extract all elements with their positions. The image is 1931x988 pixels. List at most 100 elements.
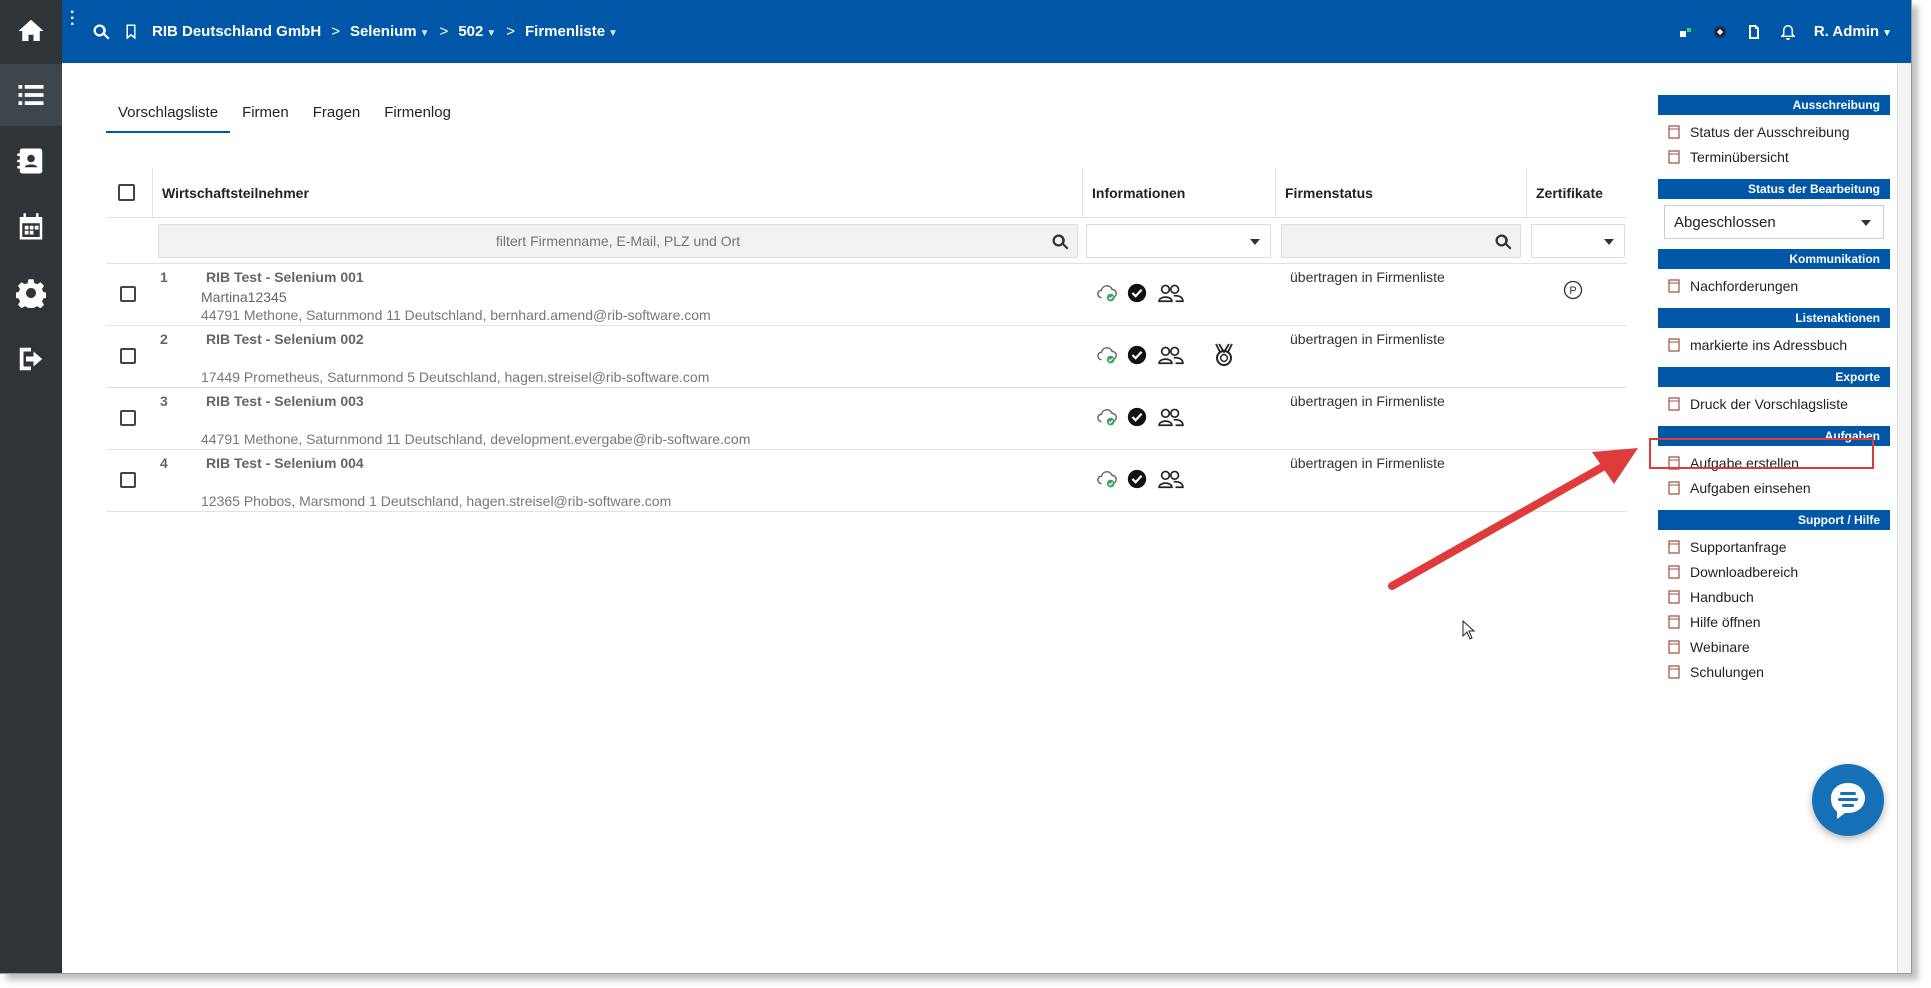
action-hilfe-oeffnen[interactable]: Hilfe öffnen [1658, 609, 1890, 634]
select-all-checkbox[interactable] [118, 184, 135, 201]
bookmark-icon[interactable] [122, 23, 140, 41]
top-bar: · · · RIB Deutschland GmbH > Selenium ▼ > 5… [62, 0, 1911, 63]
action-nachforderungen[interactable]: Nachforderungen [1658, 273, 1890, 298]
row-number: 4 [160, 455, 168, 471]
nav-settings[interactable] [0, 262, 62, 324]
info-icons [1096, 468, 1186, 490]
col-status-header[interactable]: Firmenstatus [1275, 168, 1526, 218]
action-aufgaben-einsehen[interactable]: Aufgaben einsehen [1658, 475, 1890, 500]
page-icon [1668, 564, 1680, 579]
nav-logout[interactable] [0, 328, 62, 390]
cloud-check-icon [1096, 406, 1118, 428]
svg-text:P: P [1569, 285, 1576, 297]
action-handbuch[interactable]: Handbuch [1658, 584, 1890, 609]
tab-vorschlagsliste[interactable]: Vorschlagsliste [106, 98, 231, 133]
vertical-scrollbar[interactable] [1897, 63, 1911, 973]
company-name[interactable]: RIB Test - Selenium 002 [206, 331, 364, 347]
company-contact: Martina12345 [201, 289, 287, 305]
nav-calendar[interactable] [0, 196, 62, 258]
action-status-ausschreibung[interactable]: Status der Ausschreibung [1658, 119, 1890, 144]
company-filter-input[interactable] [159, 225, 1077, 257]
status-icon[interactable] [1678, 24, 1694, 40]
contacts-icon [17, 148, 43, 174]
company-name[interactable]: RIB Test - Selenium 004 [206, 455, 364, 471]
status-filter[interactable] [1281, 224, 1521, 258]
section-bearbeitung: Status der Bearbeitung [1658, 179, 1890, 199]
chat-button[interactable] [1812, 764, 1884, 836]
company-name[interactable]: RIB Test - Selenium 001 [206, 269, 364, 285]
action-webinare[interactable]: Webinare [1658, 634, 1890, 659]
col-company-header[interactable]: Wirtschaftsteilnehmer [152, 168, 1082, 218]
user-menu[interactable]: R. Admin ▼ [1814, 23, 1892, 40]
users-icon[interactable] [1156, 468, 1186, 490]
tab-firmen[interactable]: Firmen [230, 98, 301, 133]
table-row[interactable]: 1 RIB Test - Selenium 001 Martina12345 4… [106, 264, 1627, 326]
page-icon [1668, 589, 1680, 604]
company-status: übertragen in Firmenliste [1290, 393, 1445, 409]
action-downloadbereich[interactable]: Downloadbereich [1658, 559, 1890, 584]
action-druck-vorschlagsliste[interactable]: Druck der Vorschlagsliste [1658, 391, 1890, 416]
bell-icon[interactable] [1780, 24, 1796, 40]
crumb-separator: > [331, 23, 340, 40]
col-info-header[interactable]: Informationen [1082, 168, 1275, 218]
page-icon [1668, 124, 1680, 139]
crumb-project[interactable]: Selenium ▼ [350, 23, 430, 40]
certs-filter-select[interactable] [1531, 224, 1625, 258]
search-icon[interactable] [92, 23, 110, 41]
caret-down-icon: ▼ [1882, 28, 1892, 39]
tab-bar: Vorschlagsliste Firmen Fragen Firmenlog [106, 98, 463, 133]
action-label: Handbuch [1690, 588, 1754, 605]
cloud-check-icon [1096, 468, 1118, 490]
action-label: Terminübersicht [1690, 148, 1789, 165]
more-vert-icon[interactable]: · · · [70, 5, 75, 33]
page-icon [1668, 614, 1680, 629]
users-icon[interactable] [1156, 282, 1186, 304]
users-icon[interactable] [1156, 344, 1186, 366]
nav-home[interactable] [0, 0, 62, 62]
company-filter[interactable] [158, 224, 1078, 258]
rib-logo-icon[interactable] [1712, 24, 1728, 40]
check-circle-icon [1126, 282, 1148, 304]
action-label: Webinare [1690, 638, 1750, 655]
crumb-page[interactable]: Firmenliste ▼ [525, 23, 618, 40]
page-icon [1668, 149, 1680, 164]
users-icon[interactable] [1156, 406, 1186, 428]
crumb-company[interactable]: RIB Deutschland GmbH [152, 23, 321, 40]
row-number: 1 [160, 269, 168, 285]
action-label: Status der Ausschreibung [1690, 123, 1850, 140]
action-label: Aufgaben einsehen [1690, 479, 1811, 496]
crumb-separator: > [439, 23, 449, 40]
nav-contacts[interactable] [0, 130, 62, 192]
info-filter-select[interactable] [1086, 224, 1271, 258]
row-number: 2 [160, 331, 168, 347]
caret-down-icon [1861, 220, 1871, 226]
row-checkbox[interactable] [120, 286, 136, 302]
action-schulungen[interactable]: Schulungen [1658, 659, 1890, 684]
action-supportanfrage[interactable]: Supportanfrage [1658, 534, 1890, 559]
annotation-highlight-box [1649, 438, 1874, 469]
page-icon [1668, 639, 1680, 654]
table-row[interactable]: 2 RIB Test - Selenium 002 17449 Promethe… [106, 326, 1627, 388]
row-checkbox[interactable] [120, 472, 136, 488]
caret-down-icon [1250, 239, 1260, 245]
nav-list[interactable] [0, 64, 62, 126]
chat-icon [1831, 783, 1865, 819]
logout-icon [19, 347, 43, 371]
company-name[interactable]: RIB Test - Selenium 003 [206, 393, 364, 409]
action-terminuebersicht[interactable]: Terminübersicht [1658, 144, 1890, 169]
page-icon [1668, 278, 1680, 293]
document-icon[interactable] [1746, 24, 1762, 40]
col-certs-header[interactable]: Zertifikate [1526, 168, 1627, 218]
bearbeitung-status-select[interactable]: Abgeschlossen [1664, 205, 1884, 239]
info-icons [1096, 344, 1186, 366]
tab-firmenlog[interactable]: Firmenlog [372, 98, 463, 133]
company-address: 17449 Prometheus, Saturnmond 5 Deutschla… [201, 369, 710, 385]
row-checkbox[interactable] [120, 348, 136, 364]
action-adressbuch[interactable]: markierte ins Adressbuch [1658, 332, 1890, 357]
company-address: 12365 Phobos, Marsmond 1 Deutschland, ha… [201, 493, 672, 509]
crumb-lot[interactable]: 502 ▼ [458, 23, 496, 40]
check-circle-icon [1126, 406, 1148, 428]
app-window: · · · RIB Deutschland GmbH > Selenium ▼ > 5… [0, 0, 1912, 974]
row-checkbox[interactable] [120, 410, 136, 426]
tab-fragen[interactable]: Fragen [301, 98, 373, 133]
